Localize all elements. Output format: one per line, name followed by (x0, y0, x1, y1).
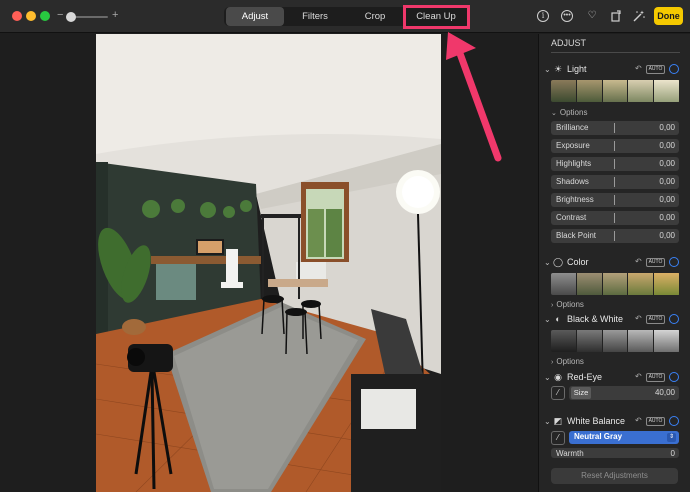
light-thumbnail-strip[interactable] (551, 80, 680, 102)
undo-icon[interactable]: ↶ (635, 314, 642, 323)
chevron-up-down-icon: ⇕ (667, 433, 676, 442)
fullscreen-window-button[interactable] (40, 11, 50, 21)
exposure-slider[interactable]: Exposure 0,00 (551, 139, 679, 153)
photo-preview[interactable] (96, 34, 441, 492)
eye-icon: ◉ (554, 372, 562, 382)
divider (551, 52, 680, 53)
undo-icon[interactable]: ↶ (635, 372, 642, 381)
undo-icon[interactable]: ↶ (635, 64, 642, 73)
chevron-down-icon[interactable]: ⌄ (544, 417, 551, 426)
white-balance-mode-select[interactable]: Neutral Gray ⇕ (569, 431, 679, 444)
red-eye-label: Red-Eye (567, 372, 603, 382)
red-eye-toggle[interactable] (669, 372, 679, 382)
white-balance-icon: ◩ (553, 416, 563, 426)
clean-up-highlight-annotation (403, 5, 470, 29)
zoom-out-icon[interactable]: − (57, 9, 63, 21)
light-options-toggle[interactable]: ⌄ Options (551, 108, 587, 117)
tab-filters[interactable]: Filters (284, 7, 346, 26)
color-auto-button[interactable]: AUTO (646, 258, 665, 267)
brilliance-slider[interactable]: Brilliance 0,00 (551, 121, 679, 135)
chevron-down-icon: ⌄ (551, 110, 557, 117)
more-icon[interactable]: ••• (561, 10, 573, 22)
red-eye-brush-icon[interactable]: ⁄ (551, 386, 565, 400)
reset-adjustments-button[interactable]: Reset Adjustments (551, 468, 678, 484)
zoom-in-icon[interactable]: + (112, 9, 118, 21)
black-white-auto-button[interactable]: AUTO (646, 315, 665, 324)
undo-icon[interactable]: ↶ (635, 257, 642, 266)
tab-crop[interactable]: Crop (346, 7, 404, 26)
magic-wand-icon[interactable] (633, 10, 645, 22)
rotate-icon[interactable] (610, 10, 622, 22)
half-circle-icon: ◐ (555, 314, 561, 324)
tab-adjust[interactable]: Adjust (226, 7, 284, 26)
chevron-down-icon[interactable]: ⌄ (544, 373, 551, 382)
undo-icon[interactable]: ↶ (635, 416, 642, 425)
white-balance-toggle[interactable] (669, 416, 679, 426)
white-balance-auto-button[interactable]: AUTO (646, 417, 665, 426)
black-white-toggle[interactable] (669, 314, 679, 324)
black-white-label: Black & White (567, 314, 624, 324)
light-auto-button[interactable]: AUTO (646, 65, 665, 74)
annotation-arrow-icon (446, 32, 502, 162)
zoom-slider-knob[interactable] (66, 12, 76, 22)
black-white-options-toggle[interactable]: › Options (551, 357, 584, 366)
light-label: Light (567, 64, 587, 74)
sun-icon: ☀ (553, 64, 563, 74)
chevron-down-icon[interactable]: ⌄ (544, 65, 551, 74)
color-options-toggle[interactable]: › Options (551, 300, 584, 309)
light-toggle[interactable] (669, 64, 679, 74)
contrast-slider[interactable]: Contrast 0,00 (551, 211, 679, 225)
color-toggle[interactable] (669, 257, 679, 267)
close-window-button[interactable] (12, 11, 22, 21)
toolbar: − + Adjust Filters Crop Clean Up i ••• ♡… (0, 0, 690, 33)
sidebar-title: ADJUST (551, 38, 587, 48)
black-white-thumbnail-strip[interactable] (551, 330, 680, 352)
chevron-right-icon: › (551, 302, 554, 309)
heart-icon[interactable]: ♡ (586, 10, 598, 22)
color-thumbnail-strip[interactable] (551, 273, 680, 295)
chevron-right-icon: › (551, 359, 554, 366)
highlights-slider[interactable]: Highlights 0,00 (551, 157, 679, 171)
adjust-sidebar: ADJUST ⌄ ☀ Light ↶ AUTO ⌄ Options Brillia… (538, 34, 690, 492)
red-eye-size-slider[interactable]: Size 40,00 (569, 386, 679, 400)
white-balance-label: White Balance (567, 416, 626, 426)
black-point-slider[interactable]: Black Point 0,00 (551, 229, 679, 243)
minimize-window-button[interactable] (26, 11, 36, 21)
chevron-down-icon[interactable]: ⌄ (544, 315, 551, 324)
color-label: Color (567, 257, 589, 267)
chevron-down-icon[interactable]: ⌄ (544, 258, 551, 267)
brightness-slider[interactable]: Brightness 0,00 (551, 193, 679, 207)
red-eye-auto-button[interactable]: AUTO (646, 373, 665, 382)
size-value: 40,00 (654, 388, 675, 397)
size-slider-knob[interactable]: Size (571, 387, 591, 399)
eyedropper-icon[interactable]: ⁄ (551, 431, 565, 445)
color-circle-icon: ◯ (553, 257, 564, 267)
warmth-slider[interactable]: Warmth 0 (551, 448, 679, 458)
shadows-slider[interactable]: Shadows 0,00 (551, 175, 679, 189)
done-button[interactable]: Done (654, 7, 683, 25)
info-icon[interactable]: i (537, 10, 549, 22)
